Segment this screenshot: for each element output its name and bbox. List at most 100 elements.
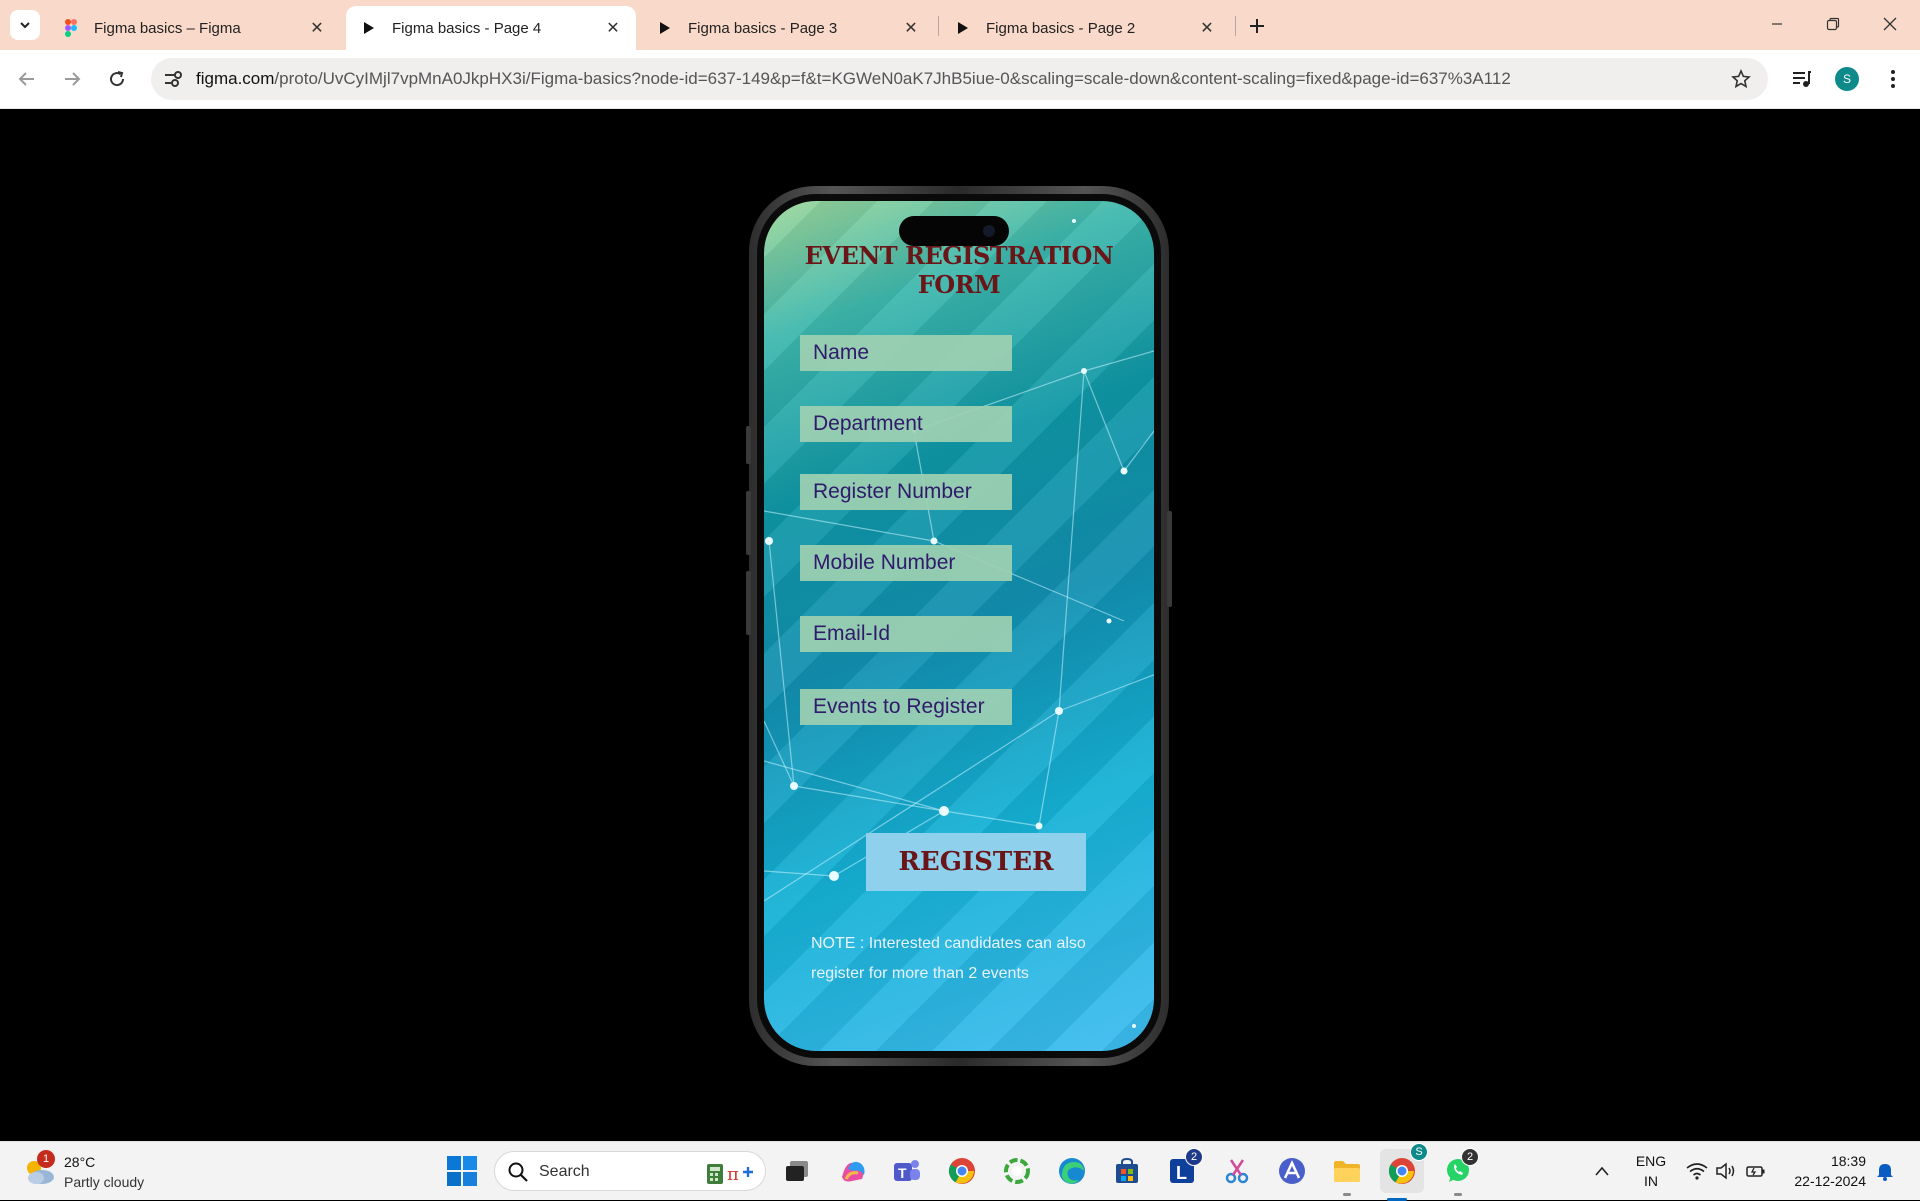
profile-badge: S bbox=[1410, 1143, 1428, 1161]
copilot-icon bbox=[842, 1161, 865, 1182]
media-controls-button[interactable] bbox=[1785, 62, 1819, 96]
department-field[interactable]: Department bbox=[800, 406, 1012, 442]
plus-icon bbox=[1250, 19, 1264, 33]
notifications-button[interactable] bbox=[1873, 1159, 1897, 1183]
battery-icon[interactable] bbox=[1744, 1159, 1768, 1183]
close-icon[interactable]: ✕ bbox=[902, 19, 920, 37]
search-placeholder: Search bbox=[539, 1163, 590, 1180]
new-tab-button[interactable] bbox=[1243, 12, 1271, 40]
close-icon[interactable]: ✕ bbox=[604, 19, 622, 37]
close-window-button[interactable] bbox=[1867, 8, 1913, 40]
forward-button[interactable] bbox=[55, 62, 89, 96]
bell-icon bbox=[1877, 1164, 1893, 1181]
chrome-icon bbox=[948, 1158, 975, 1184]
app-badge: 2 bbox=[1461, 1148, 1479, 1166]
tab-page-2[interactable]: Figma basics - Page 2 ✕ bbox=[940, 6, 1230, 50]
minimize-button[interactable] bbox=[1754, 8, 1800, 40]
register-button[interactable]: REGISTER bbox=[866, 833, 1086, 891]
weather-widget[interactable]: 1 28°C Partly cloudy bbox=[22, 1150, 172, 1194]
mobile-number-field[interactable]: Mobile Number bbox=[800, 545, 1012, 581]
chrome-app[interactable] bbox=[945, 1154, 979, 1188]
chrome-profile-app[interactable]: S bbox=[1380, 1143, 1428, 1201]
phone-action-button bbox=[746, 426, 751, 464]
play-icon bbox=[656, 19, 674, 37]
teams-icon: T bbox=[894, 1160, 920, 1181]
vpn-app[interactable] bbox=[1275, 1154, 1309, 1188]
store-app[interactable] bbox=[1110, 1154, 1144, 1188]
back-button[interactable] bbox=[10, 62, 44, 96]
note-text: NOTE : Interested candidates can also re… bbox=[811, 929, 1131, 989]
phone-volume-down-button bbox=[746, 571, 751, 635]
l-app[interactable]: L 2 bbox=[1165, 1148, 1203, 1188]
snipping-tool-app[interactable] bbox=[1220, 1154, 1254, 1188]
language-code: ENG bbox=[1635, 1153, 1667, 1169]
note-line-2: register for more than 2 events bbox=[811, 965, 1029, 982]
weather-condition-label: Partly cloudy bbox=[64, 1174, 145, 1190]
store-bag-icon bbox=[1116, 1157, 1138, 1183]
volume-icon[interactable] bbox=[1714, 1159, 1738, 1183]
back-arrow-icon bbox=[18, 72, 34, 86]
reload-icon bbox=[110, 71, 125, 87]
browser-toolbar: figma.com/proto/UvCyIMjl7vpMnA0JkpHX3i/F… bbox=[0, 50, 1920, 109]
tab-title: Figma basics - Page 3 bbox=[688, 19, 838, 37]
events-to-register-field[interactable]: Events to Register bbox=[800, 689, 1012, 725]
tab-separator bbox=[938, 16, 939, 36]
edge-app[interactable] bbox=[1055, 1154, 1089, 1188]
name-field[interactable]: Name bbox=[800, 335, 1012, 371]
prototype-viewport: EVENT REGISTRATION FORM Name Department … bbox=[0, 110, 1920, 1141]
chrome-icon bbox=[1388, 1158, 1415, 1184]
close-icon bbox=[1883, 17, 1897, 31]
url-text[interactable]: figma.com/proto/UvCyIMjl7vpMnA0JkpHX3i/F… bbox=[196, 69, 1511, 89]
more-vertical-icon bbox=[1891, 70, 1895, 88]
site-settings-icon[interactable] bbox=[161, 67, 185, 91]
input-language-indicator[interactable]: ENG IN bbox=[1635, 1151, 1667, 1191]
start-button[interactable] bbox=[446, 1155, 478, 1187]
search-icon bbox=[508, 1162, 528, 1182]
play-icon bbox=[360, 19, 378, 37]
clock-date: 22-12-2024 bbox=[1794, 1173, 1866, 1189]
task-view-button[interactable] bbox=[780, 1154, 814, 1188]
restore-button[interactable] bbox=[1810, 8, 1856, 40]
notification-badge: 1 bbox=[37, 1150, 55, 1168]
camera-icon bbox=[983, 225, 995, 237]
wifi-icon[interactable] bbox=[1685, 1159, 1709, 1183]
profile-avatar[interactable]: S bbox=[1835, 67, 1859, 91]
reload-button[interactable] bbox=[100, 62, 134, 96]
file-explorer-app[interactable] bbox=[1330, 1154, 1364, 1196]
url-host: figma.com bbox=[196, 69, 275, 88]
tab-title: Figma basics - Page 4 bbox=[392, 19, 542, 37]
whatsapp-app[interactable]: 2 bbox=[1441, 1148, 1479, 1196]
tab-search-button[interactable] bbox=[10, 10, 40, 40]
close-icon[interactable]: ✕ bbox=[1198, 19, 1216, 37]
minimize-icon bbox=[1772, 23, 1782, 25]
svg-text:L: L bbox=[1176, 1163, 1187, 1183]
tab-separator bbox=[1235, 16, 1236, 36]
tab-page-4[interactable]: Figma basics - Page 4 ✕ bbox=[346, 6, 636, 50]
teams-app[interactable]: T bbox=[890, 1154, 924, 1188]
note-line-1: NOTE : Interested candidates can also bbox=[811, 935, 1086, 952]
bookmark-star-icon[interactable] bbox=[1728, 66, 1754, 92]
taskbar-search[interactable]: Search π bbox=[494, 1151, 766, 1191]
a-logo-icon bbox=[1279, 1158, 1305, 1184]
refresh-app[interactable] bbox=[1000, 1154, 1034, 1188]
tab-page-3[interactable]: Figma basics - Page 3 ✕ bbox=[642, 6, 934, 50]
email-id-field[interactable]: Email-Id bbox=[800, 616, 1012, 652]
register-number-field[interactable]: Register Number bbox=[800, 474, 1012, 510]
browser-menu-button[interactable] bbox=[1876, 62, 1910, 96]
phone-power-button bbox=[1167, 511, 1172, 607]
calculator-pi-icon: π bbox=[707, 1164, 753, 1185]
phone-screen: EVENT REGISTRATION FORM Name Department … bbox=[764, 201, 1154, 1051]
folder-icon bbox=[1334, 1161, 1360, 1182]
show-hidden-icons-button[interactable] bbox=[1590, 1159, 1614, 1183]
chevron-up-icon bbox=[1595, 1166, 1609, 1176]
system-clock[interactable]: 18:39 22-12-2024 bbox=[1776, 1151, 1866, 1191]
windows-taskbar: 1 28°C Partly cloudy Search π T L 2 S 2 … bbox=[0, 1141, 1920, 1201]
tab-figma-basics[interactable]: Figma basics – Figma ✕ bbox=[48, 6, 340, 50]
app-badge: 2 bbox=[1185, 1148, 1203, 1166]
forward-arrow-icon bbox=[65, 72, 81, 86]
play-icon bbox=[954, 19, 972, 37]
copilot-app[interactable] bbox=[836, 1154, 870, 1188]
close-icon[interactable]: ✕ bbox=[308, 19, 326, 37]
clock-time: 18:39 bbox=[1830, 1153, 1866, 1169]
address-bar[interactable]: figma.com/proto/UvCyIMjl7vpMnA0JkpHX3i/F… bbox=[151, 58, 1768, 100]
